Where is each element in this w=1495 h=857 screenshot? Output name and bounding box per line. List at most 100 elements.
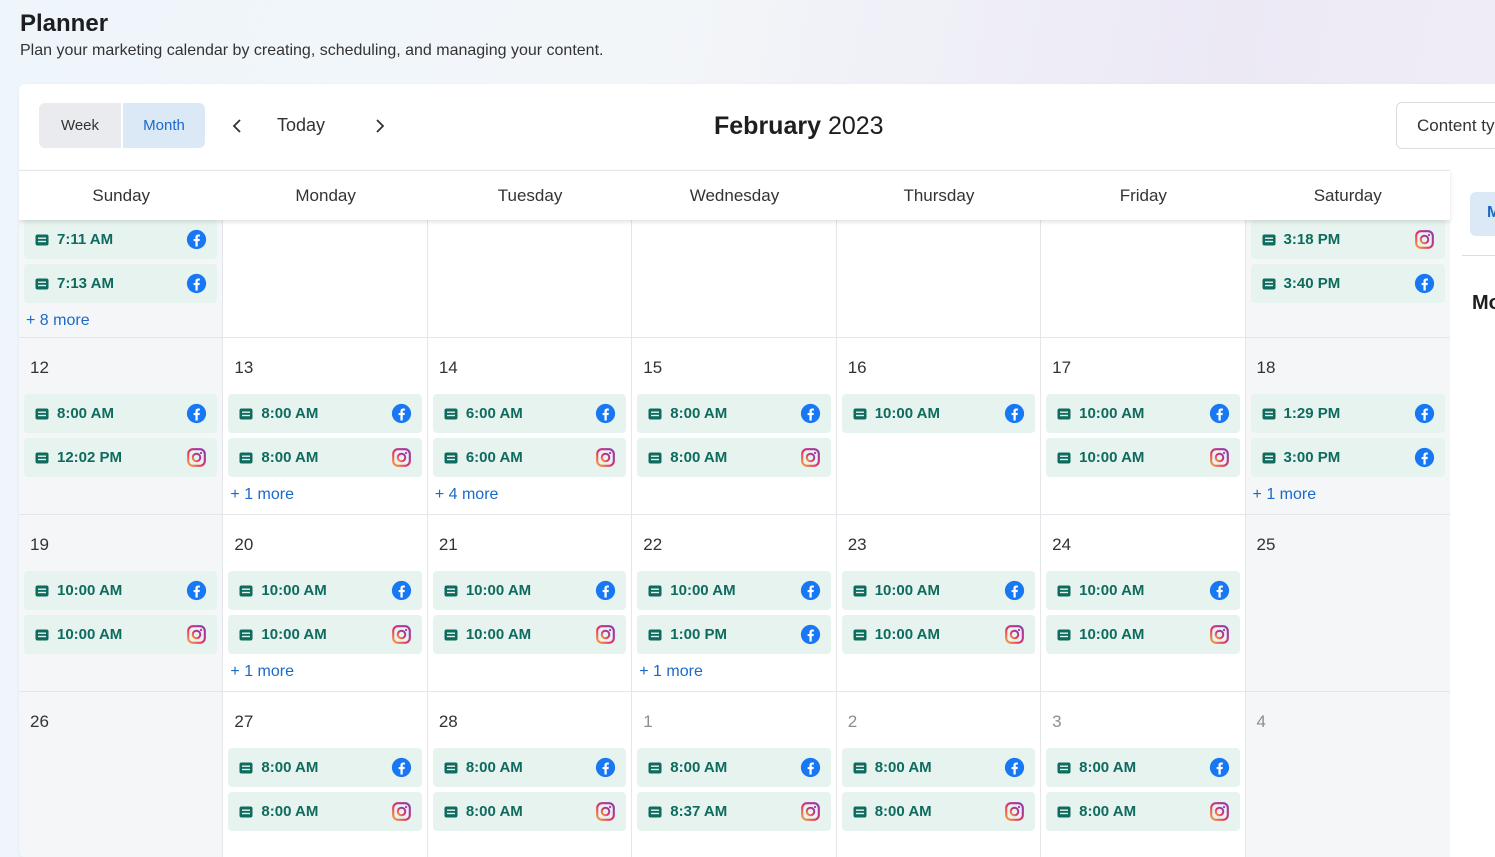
day-cell[interactable]: 2 8:00 AM 8:00 AM xyxy=(837,692,1042,857)
scheduled-post[interactable]: 10:00 AM xyxy=(841,394,1036,433)
scheduled-post[interactable]: 8:00 AM xyxy=(228,748,422,787)
post-icon xyxy=(35,408,49,419)
day-cell[interactable]: 26 xyxy=(19,692,224,857)
scheduled-post[interactable]: 10:00 AM xyxy=(637,571,831,610)
post-icon xyxy=(1262,408,1276,419)
scheduled-post[interactable]: 10:00 AM xyxy=(841,571,1036,610)
today-button[interactable]: Today xyxy=(277,115,325,136)
day-cell[interactable]: 25 xyxy=(1245,515,1450,691)
more-posts-link[interactable]: + 1 more xyxy=(639,663,830,681)
scheduled-post[interactable]: 10:00 AM xyxy=(1046,615,1240,654)
facebook-icon xyxy=(1004,757,1025,778)
scheduled-post[interactable]: 8:00 AM xyxy=(637,748,831,787)
day-events: 8:00 AM 8:00 AM xyxy=(1046,748,1240,836)
scheduled-post[interactable]: 8:00 AM xyxy=(1046,792,1240,831)
more-posts-link[interactable]: + 1 more xyxy=(1253,486,1445,504)
scheduled-post[interactable]: 8:00 AM xyxy=(24,394,218,433)
day-events: 8:00 AM 8:00 AM xyxy=(228,748,422,836)
scheduled-post[interactable]: 3:40 PM xyxy=(1250,264,1445,303)
facebook-icon xyxy=(391,580,411,601)
day-cell[interactable]: 19 10:00 AM 10:00 AM xyxy=(19,515,224,691)
scheduled-post[interactable]: 8:00 AM xyxy=(228,792,422,831)
scheduled-post[interactable]: 10:00 AM xyxy=(228,571,422,610)
day-cell[interactable]: 22 10:00 AM 1:00 PM + 1 more xyxy=(632,515,837,691)
scheduled-post[interactable]: 8:00 AM xyxy=(432,792,627,831)
scheduled-post[interactable]: 3:00 PM xyxy=(1250,438,1445,477)
scheduled-post[interactable]: 8:00 AM xyxy=(841,792,1036,831)
scheduled-post[interactable]: 8:00 AM xyxy=(637,438,831,477)
day-cell[interactable]: 21 10:00 AM 10:00 AM xyxy=(428,515,633,691)
next-month-button[interactable] xyxy=(366,111,394,141)
day-cell[interactable]: 13 8:00 AM 8:00 AM + 1 more xyxy=(223,338,428,514)
scheduled-post[interactable]: 8:00 AM xyxy=(228,438,422,477)
scheduled-post[interactable]: 8:37 AM xyxy=(637,792,831,831)
day-cell[interactable]: 20 10:00 AM 10:00 AM + 1 more xyxy=(223,515,428,691)
day-number: 12 xyxy=(30,358,49,377)
day-number: 2 xyxy=(847,712,858,731)
post-time: 8:37 AM xyxy=(670,803,728,820)
day-cell[interactable]: 16 10:00 AM xyxy=(837,338,1042,514)
week-view-button[interactable]: Week xyxy=(39,103,121,148)
day-cell[interactable] xyxy=(223,220,428,337)
day-cell[interactable]: 15 8:00 AM 8:00 AM xyxy=(632,338,837,514)
day-events: 8:00 AM 8:00 AM xyxy=(432,748,627,836)
day-cell[interactable]: 3 8:00 AM 8:00 AM xyxy=(1041,692,1246,857)
facebook-icon xyxy=(391,757,411,778)
day-cell[interactable] xyxy=(632,220,837,337)
month-view-button[interactable]: Month xyxy=(123,103,205,148)
scheduled-post[interactable]: 10:00 AM xyxy=(1046,438,1240,477)
day-cell[interactable]: 4 xyxy=(1245,692,1450,857)
day-cell[interactable]: 7:11 AM 7:13 AM + 8 more xyxy=(19,220,224,337)
scheduled-post[interactable]: 6:00 AM xyxy=(432,438,627,477)
scheduled-post[interactable]: 10:00 AM xyxy=(1046,394,1240,433)
day-cell[interactable]: 14 6:00 AM 6:00 AM + 4 more xyxy=(428,338,633,514)
scheduled-post[interactable]: 8:00 AM xyxy=(228,394,422,433)
scheduled-post[interactable]: 10:00 AM xyxy=(432,615,627,654)
day-cell[interactable] xyxy=(1041,220,1246,337)
previous-month-button[interactable] xyxy=(223,111,251,141)
scheduled-post[interactable]: 8:00 AM xyxy=(1046,748,1240,787)
post-time: 7:11 AM xyxy=(57,231,114,248)
more-posts-link[interactable]: + 8 more xyxy=(26,312,217,330)
day-cell[interactable]: 1 8:00 AM 8:37 AM xyxy=(632,692,837,857)
day-cell[interactable]: 3:18 PM 3:40 PM xyxy=(1245,220,1450,337)
scheduled-post[interactable]: 10:00 AM xyxy=(1046,571,1240,610)
day-cell[interactable]: 28 8:00 AM 8:00 AM xyxy=(428,692,633,857)
chevron-left-icon xyxy=(232,119,241,133)
day-cell[interactable] xyxy=(428,220,633,337)
scheduled-post[interactable]: 10:00 AM xyxy=(841,615,1036,654)
day-cell[interactable]: 12 8:00 AM 12:02 PM xyxy=(19,338,224,514)
scheduled-post[interactable]: 8:00 AM xyxy=(637,394,831,433)
day-cell[interactable]: 23 10:00 AM 10:00 AM xyxy=(837,515,1042,691)
post-icon xyxy=(1262,452,1276,463)
more-posts-link[interactable]: + 1 more xyxy=(230,663,421,681)
content-type-filter[interactable]: Content ty xyxy=(1396,102,1495,149)
day-events: 8:00 AM 8:00 AM + 1 more xyxy=(228,394,422,504)
scheduled-post[interactable]: 3:18 PM xyxy=(1250,220,1445,259)
scheduled-post[interactable]: 10:00 AM xyxy=(432,571,627,610)
more-posts-link[interactable]: + 4 more xyxy=(435,486,626,504)
scheduled-post[interactable]: 8:00 AM xyxy=(841,748,1036,787)
day-cell[interactable]: 24 10:00 AM 10:00 AM xyxy=(1041,515,1246,691)
scheduled-post[interactable]: 8:00 AM xyxy=(432,748,627,787)
scheduled-post[interactable]: 7:11 AM xyxy=(24,220,218,259)
post-icon xyxy=(1057,585,1071,596)
scheduled-post[interactable]: 1:00 PM xyxy=(637,615,831,654)
scheduled-post[interactable]: 10:00 AM xyxy=(228,615,422,654)
day-cell[interactable] xyxy=(837,220,1042,337)
scheduled-post[interactable]: 10:00 AM xyxy=(24,571,218,610)
scheduled-post[interactable]: 12:02 PM xyxy=(24,438,218,477)
scheduled-post[interactable]: 7:13 AM xyxy=(24,264,218,303)
post-time: 10:00 AM xyxy=(874,582,940,599)
day-cell[interactable]: 17 10:00 AM 10:00 AM xyxy=(1041,338,1246,514)
more-posts-link[interactable]: + 1 more xyxy=(230,486,421,504)
post-time: 10:00 AM xyxy=(465,582,532,599)
side-panel-button[interactable]: M xyxy=(1470,192,1495,236)
day-cell[interactable]: 27 8:00 AM 8:00 AM xyxy=(223,692,428,857)
scheduled-post[interactable]: 10:00 AM xyxy=(24,615,218,654)
scheduled-post[interactable]: 6:00 AM xyxy=(432,394,627,433)
scheduled-post[interactable]: 1:29 PM xyxy=(1250,394,1445,433)
instagram-icon xyxy=(187,448,207,467)
post-icon xyxy=(853,629,867,640)
day-cell[interactable]: 18 1:29 PM 3:00 PM + 1 more xyxy=(1245,338,1450,514)
